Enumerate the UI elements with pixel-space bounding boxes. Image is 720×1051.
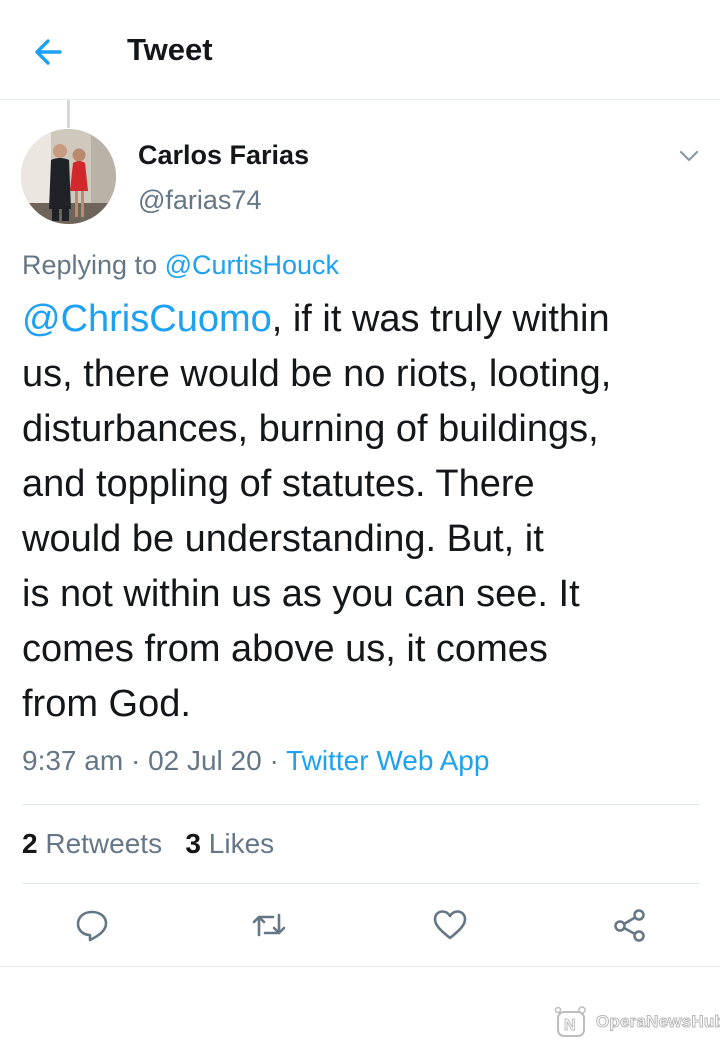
retweets-label: Retweets <box>45 828 163 859</box>
arrow-left-icon[interactable] <box>30 34 70 70</box>
avatar[interactable] <box>21 129 116 224</box>
tweet-body: , if it was truly within us, there would… <box>22 298 612 725</box>
top-bar: Tweet <box>0 0 720 100</box>
watermark: N OperaNewsHub <box>552 1000 720 1044</box>
tweet-date: 02 Jul 20 <box>148 745 262 776</box>
like-button[interactable] <box>430 905 470 945</box>
retweet-icon <box>252 913 286 937</box>
tweet-time: 9:37 am <box>22 745 124 776</box>
replying-prefix: Replying to <box>22 250 165 280</box>
divider <box>22 883 699 884</box>
operanewshub-logo-icon: N <box>554 1006 586 1037</box>
tweet-source-link[interactable]: Twitter Web App <box>286 745 489 776</box>
chevron-down-icon[interactable] <box>676 146 702 166</box>
thread-connector <box>67 100 70 128</box>
mention-link[interactable]: @ChrisCuomo <box>22 298 272 340</box>
share-icon <box>614 909 645 942</box>
replying-to: Replying to @CurtisHouck <box>22 250 339 281</box>
divider <box>22 804 699 805</box>
meta-separator: · <box>123 745 149 776</box>
retweets-count: 2 <box>22 828 38 859</box>
reply-button[interactable] <box>72 905 112 945</box>
likes-stat[interactable]: 3 Likes <box>185 828 274 859</box>
like-icon <box>433 910 467 940</box>
tweet-stats: 2 Retweets 3 Likes <box>22 828 274 860</box>
meta-separator: · <box>261 745 287 776</box>
author-handle[interactable]: @farias74 <box>138 185 261 216</box>
share-button[interactable] <box>610 905 650 945</box>
author-name[interactable]: Carlos Farias <box>138 140 309 171</box>
tweet-meta: 9:37 am · 02 Jul 20 · Twitter Web App <box>22 745 489 777</box>
retweets-stat[interactable]: 2 Retweets <box>22 828 162 859</box>
likes-count: 3 <box>185 828 201 859</box>
svg-text:N: N <box>564 1017 576 1034</box>
reply-target-link[interactable]: @CurtisHouck <box>165 250 339 280</box>
page-title: Tweet <box>127 32 213 67</box>
likes-label: Likes <box>208 828 275 859</box>
divider <box>0 966 720 967</box>
reply-icon <box>76 910 108 942</box>
tweet-text: @ChrisCuomo, if it was truly within us, … <box>22 292 712 732</box>
retweet-button[interactable] <box>249 905 289 945</box>
watermark-text: OperaNewsHub <box>596 1012 720 1032</box>
